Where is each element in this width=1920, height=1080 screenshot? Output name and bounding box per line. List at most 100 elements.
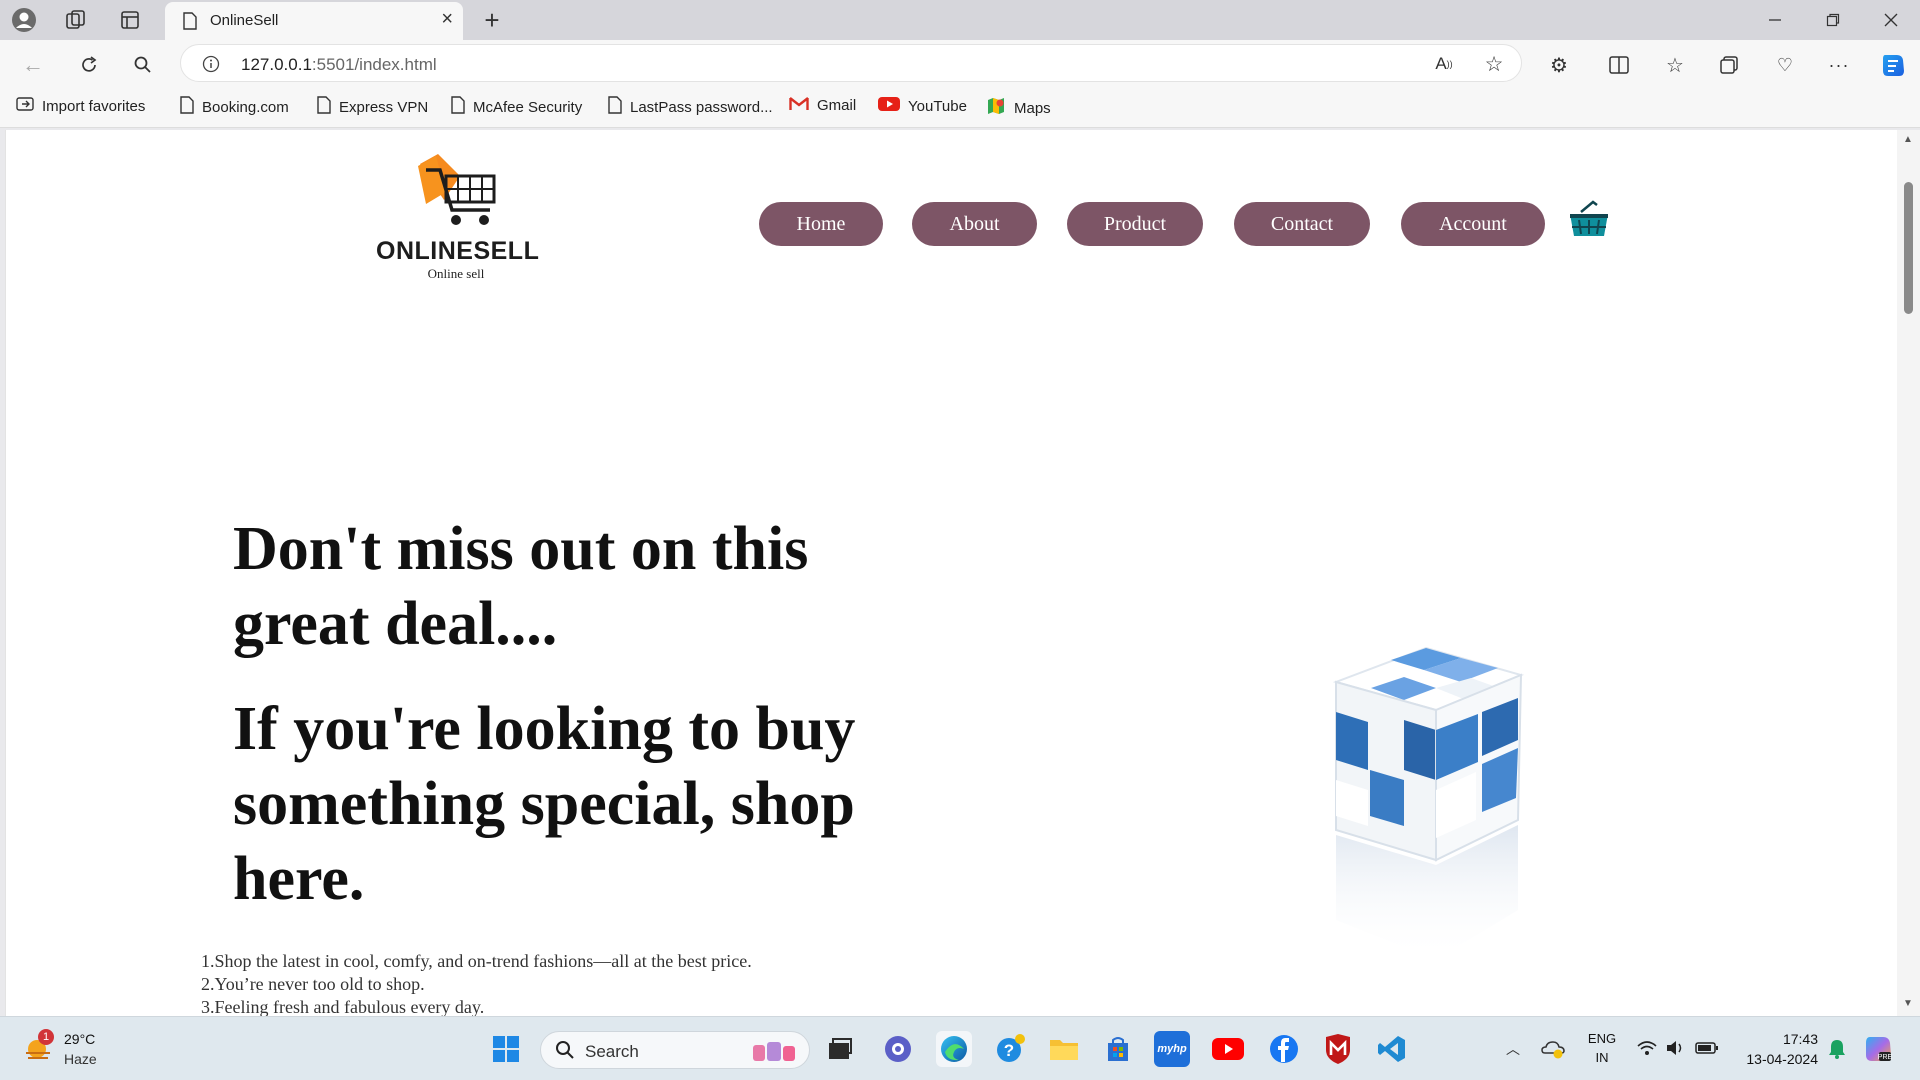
edge-browser-icon[interactable] (936, 1031, 972, 1067)
mcafee-icon[interactable] (1320, 1031, 1356, 1067)
bookmark-booking[interactable]: Booking.com (180, 96, 289, 118)
weather-widget[interactable]: 1 29°C Haze (20, 1029, 130, 1071)
nav-account-button[interactable]: Account (1401, 202, 1545, 246)
site-logo[interactable]: ONLINESELL Online sell (376, 152, 540, 282)
favorites-icon[interactable]: ☆ (1662, 52, 1688, 78)
copilot-icon[interactable] (1878, 50, 1908, 80)
vscode-icon[interactable] (1374, 1031, 1410, 1067)
bookmark-label: Gmail (817, 97, 857, 114)
weather-desc: Haze (64, 1051, 97, 1067)
feature-item: 1.Shop the latest in cool, comfy, and on… (201, 951, 752, 971)
restore-icon[interactable] (1818, 8, 1848, 32)
url-input[interactable]: 127.0.0.1:5501/index.html A)) ☆ (180, 44, 1522, 82)
feature-list: 1.Shop the latest in cool, comfy, and on… (201, 950, 752, 1016)
bookmark-express-vpn[interactable]: Express VPN (317, 96, 428, 118)
nav-home-button[interactable]: Home (759, 202, 883, 246)
site-info-icon[interactable] (201, 54, 221, 74)
scroll-up-arrow-icon[interactable]: ▲ (1903, 134, 1913, 145)
battery-icon[interactable] (1694, 1037, 1720, 1059)
vertical-tabs-icon[interactable] (118, 8, 142, 32)
nav-about-button[interactable]: About (912, 202, 1037, 246)
hero-line-deal: Don't miss out on this great deal.... (233, 515, 809, 658)
page-icon (608, 96, 622, 118)
help-icon[interactable]: ? (992, 1031, 1028, 1067)
page-icon (451, 96, 465, 118)
teams-chat-icon[interactable] (880, 1031, 916, 1067)
collections-icon[interactable] (1716, 52, 1742, 78)
system-clock[interactable]: 17:43 13-04-2024 (1734, 1029, 1818, 1069)
show-hidden-icons-icon[interactable]: ︿ (1502, 1037, 1524, 1061)
profile-icon[interactable] (10, 6, 38, 34)
tab-onlinesell[interactable]: OnlineSell × (165, 2, 463, 40)
read-aloud-icon[interactable]: A)) (1433, 53, 1455, 75)
url-path: :5501/index.html (311, 55, 437, 74)
page-icon (180, 96, 194, 118)
bookmark-label: Booking.com (202, 98, 289, 116)
facebook-icon[interactable] (1266, 1031, 1302, 1067)
bookmark-import-favorites[interactable]: Import favorites (16, 96, 145, 116)
youtube-icon[interactable] (1210, 1031, 1246, 1067)
refresh-icon[interactable] (76, 52, 102, 78)
youtube-icon (878, 96, 900, 116)
taskbar-search-input[interactable]: Search (540, 1031, 810, 1069)
gmail-icon (789, 96, 809, 115)
page-scrollbar[interactable]: ▲ ▼ (1897, 130, 1920, 1016)
bookmark-mcafee[interactable]: McAfee Security (451, 96, 582, 118)
favorites-bar: Import favorites Booking.com Express VPN… (0, 88, 1920, 128)
bookmark-gmail[interactable]: Gmail (789, 96, 856, 115)
nav-product-button[interactable]: Product (1067, 202, 1203, 246)
logo-text: ONLINESELL (376, 237, 540, 265)
onedrive-warning-icon[interactable] (1540, 1037, 1566, 1061)
address-bar-row: ← 127.0.0.1:5501/index.html A)) ☆ ⚙ ☆ ♡ … (0, 40, 1920, 88)
windows-taskbar: 1 29°C Haze Search ? myhp ︿ ENG IN 17:43… (0, 1016, 1920, 1080)
close-window-icon[interactable] (1876, 8, 1906, 32)
wifi-icon[interactable] (1636, 1037, 1658, 1059)
hero-line-shop: If you're looking to buy something speci… (233, 695, 856, 913)
svg-text:?: ? (1004, 1041, 1014, 1060)
new-tab-icon[interactable]: + (478, 5, 506, 35)
search-icon (555, 1040, 575, 1060)
weather-badge: 1 (38, 1029, 54, 1045)
page-icon (317, 96, 331, 118)
task-view-icon[interactable] (822, 1031, 858, 1067)
bookmark-label: McAfee Security (473, 98, 583, 116)
import-icon (16, 96, 34, 116)
file-explorer-icon[interactable] (1046, 1031, 1082, 1067)
page-icon (181, 11, 199, 31)
weather-temp: 29°C (64, 1031, 96, 1047)
minimize-icon[interactable] (1760, 8, 1790, 32)
basket-icon[interactable] (1567, 200, 1611, 240)
notification-bell-icon[interactable] (1826, 1037, 1848, 1061)
nav-contact-button[interactable]: Contact (1234, 202, 1370, 246)
extensions-icon[interactable]: ⚙ (1546, 52, 1572, 78)
page-viewport: ONLINESELL Online sell Home About Produc… (5, 130, 1897, 1016)
microsoft-store-icon[interactable] (1100, 1031, 1136, 1067)
scroll-down-arrow-icon[interactable]: ▼ (1903, 998, 1913, 1009)
language-indicator[interactable]: ENG IN (1584, 1029, 1620, 1069)
split-screen-icon[interactable] (1606, 52, 1632, 78)
close-tab-icon[interactable]: × (441, 8, 453, 31)
bookmark-maps[interactable]: Maps (986, 96, 1051, 120)
url-text: 127.0.0.1:5501/index.html (241, 55, 437, 75)
workspaces-icon[interactable] (64, 8, 88, 32)
bookmark-label: YouTube (908, 97, 967, 115)
myhp-icon[interactable]: myhp (1154, 1031, 1190, 1067)
copilot-taskbar-icon[interactable]: PRE (1862, 1033, 1894, 1065)
tab-title: OnlineSell (210, 12, 279, 29)
bookmark-label: LastPass password... (630, 98, 773, 116)
volume-icon[interactable] (1664, 1037, 1686, 1059)
browser-essentials-icon[interactable]: ♡ (1772, 52, 1798, 78)
more-menu-icon[interactable]: ··· (1826, 52, 1852, 78)
search-highlight-icon (749, 1039, 801, 1063)
start-button[interactable] (488, 1031, 524, 1067)
favorite-star-icon[interactable]: ☆ (1483, 53, 1505, 76)
bookmark-lastpass[interactable]: LastPass password... (608, 96, 773, 118)
url-host: 127.0.0.1 (241, 55, 312, 74)
search-icon[interactable] (130, 52, 156, 78)
bookmark-youtube[interactable]: YouTube (878, 96, 967, 116)
scrollbar-thumb[interactable] (1904, 182, 1913, 314)
search-label: Search (585, 1042, 639, 1061)
bookmark-label: Express VPN (339, 98, 429, 116)
clock-time: 17:43 (1782, 1031, 1818, 1047)
back-icon[interactable]: ← (20, 52, 46, 78)
